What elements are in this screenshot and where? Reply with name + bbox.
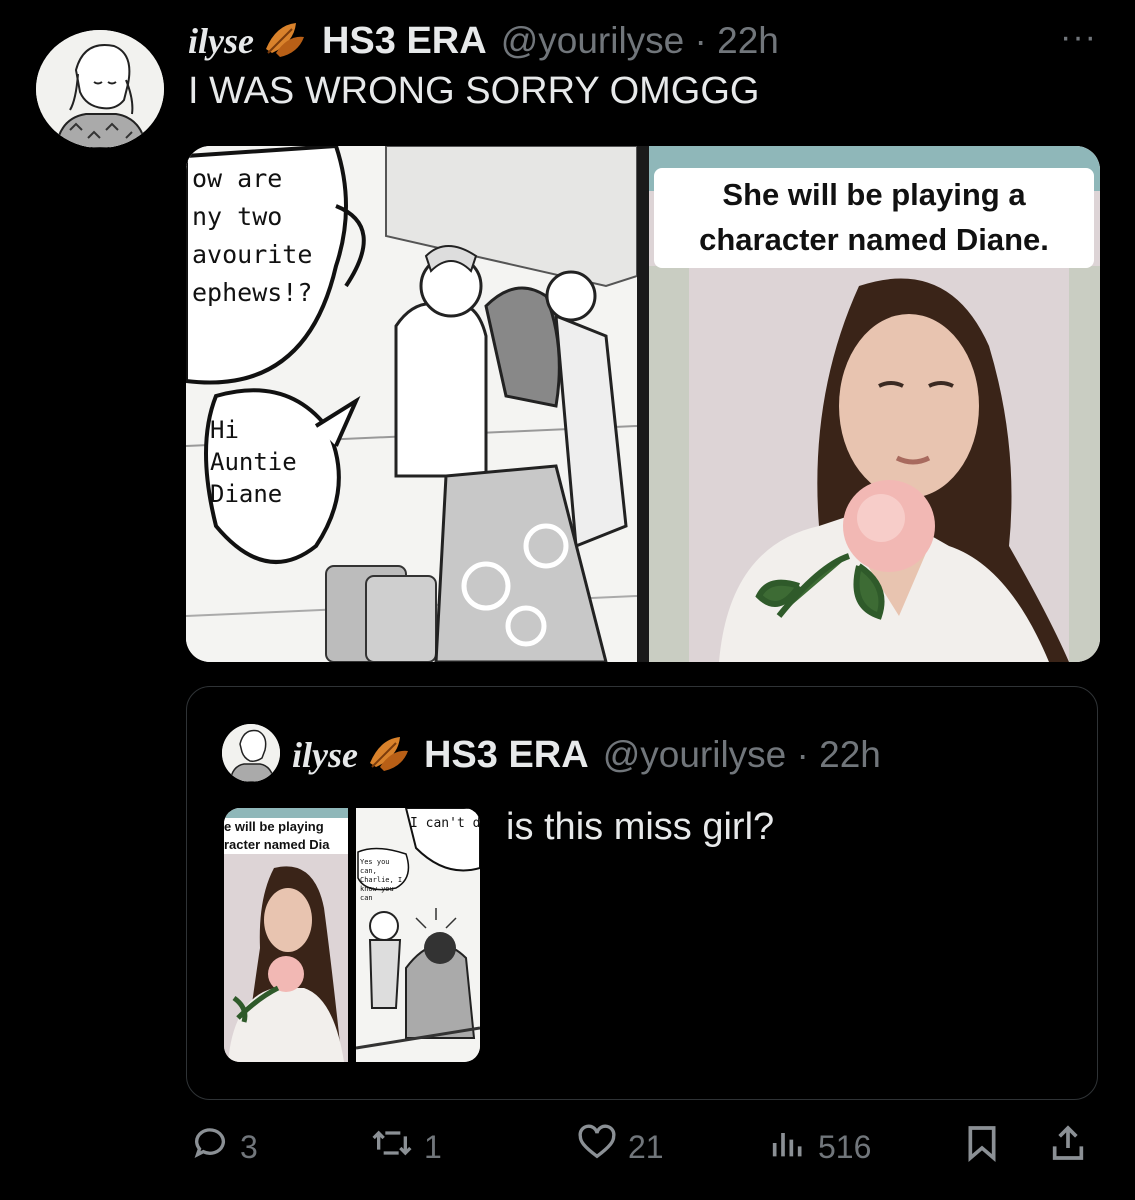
comic-image[interactable]: ow are ny two avourite ephews!? Hi Aunti…: [186, 146, 637, 662]
thumb-comic-bubble: I can't do: [410, 816, 480, 831]
quote-text: is this miss girl?: [506, 806, 775, 848]
comic-bubble-line: Hi: [210, 416, 239, 444]
repost-button[interactable]: 1: [370, 1124, 442, 1170]
leaf-emoji-icon: [366, 733, 410, 778]
reply-button[interactable]: 3: [190, 1124, 258, 1170]
share-button[interactable]: [1048, 1124, 1088, 1170]
like-button[interactable]: 21: [576, 1124, 664, 1170]
tweet-media[interactable]: ow are ny two avourite ephews!? Hi Aunti…: [186, 146, 1100, 662]
leaf-emoji-icon: [262, 19, 306, 64]
caption-line-1: She will be playing a: [722, 177, 1026, 212]
comic-bubble-line: Auntie: [210, 448, 297, 476]
views-button[interactable]: 516: [768, 1124, 871, 1170]
thumb-caption-line-2: racter named Dia: [224, 837, 330, 852]
like-icon: [576, 1123, 618, 1171]
reply-count: 3: [240, 1128, 258, 1165]
repost-icon: [370, 1123, 414, 1171]
comic-bubble-line: ny two: [192, 202, 283, 231]
comic-bubble-line: Diane: [210, 480, 283, 508]
quote-thumb-comic: I can't do Yes you can, Charlie, I know …: [356, 808, 480, 1062]
actress-image[interactable]: She will be playing a character named Di…: [649, 146, 1100, 662]
repost-count: 1: [424, 1128, 442, 1165]
author-avatar[interactable]: [36, 30, 164, 148]
quote-media[interactable]: e will be playing racter named Dia I can…: [224, 808, 480, 1062]
thumb-comic-small-bubble: Yes you can, Charlie, I know you can: [360, 858, 403, 902]
tweet-header: ilyse HS3 ERA @yourilyse · 22h: [188, 16, 779, 66]
thumb-caption-line-1: e will be playing: [224, 819, 324, 834]
like-count: 21: [628, 1128, 664, 1165]
quote-header: ilyse HS3 ERA @yourilyse · 22h: [292, 728, 881, 782]
comic-bubble-line: ow are: [192, 164, 283, 193]
bookmark-button[interactable]: [962, 1124, 1002, 1170]
author-handle-time[interactable]: @yourilyse · 22h: [501, 20, 779, 62]
comic-bubble-line: ephews!?: [192, 278, 313, 307]
share-icon: [1048, 1121, 1088, 1173]
tweet-text: I WAS WRONG SORRY OMGGG: [188, 70, 760, 112]
quote-display-name: ilyse: [292, 735, 358, 775]
bookmark-icon: [962, 1121, 1002, 1173]
reply-icon: [190, 1123, 230, 1171]
quote-author-avatar: [222, 724, 280, 782]
more-icon[interactable]: ···: [1060, 18, 1097, 57]
author-display-name[interactable]: ilyse: [188, 20, 254, 62]
quote-handle-time: @yourilyse · 22h: [602, 734, 881, 775]
quote-thumb-actress: e will be playing racter named Dia: [224, 808, 348, 1062]
tweet-actions: 3 1 21 516: [190, 1124, 1090, 1170]
views-icon: [768, 1123, 808, 1171]
caption-line-2: character named Diane.: [699, 222, 1049, 257]
author-era-text: HS3 ERA: [321, 19, 487, 62]
quote-era-text: HS3 ERA: [423, 733, 589, 776]
caption-box: She will be playing a character named Di…: [654, 168, 1094, 268]
comic-bubble-line: avourite: [192, 240, 313, 269]
views-count: 516: [818, 1128, 872, 1165]
